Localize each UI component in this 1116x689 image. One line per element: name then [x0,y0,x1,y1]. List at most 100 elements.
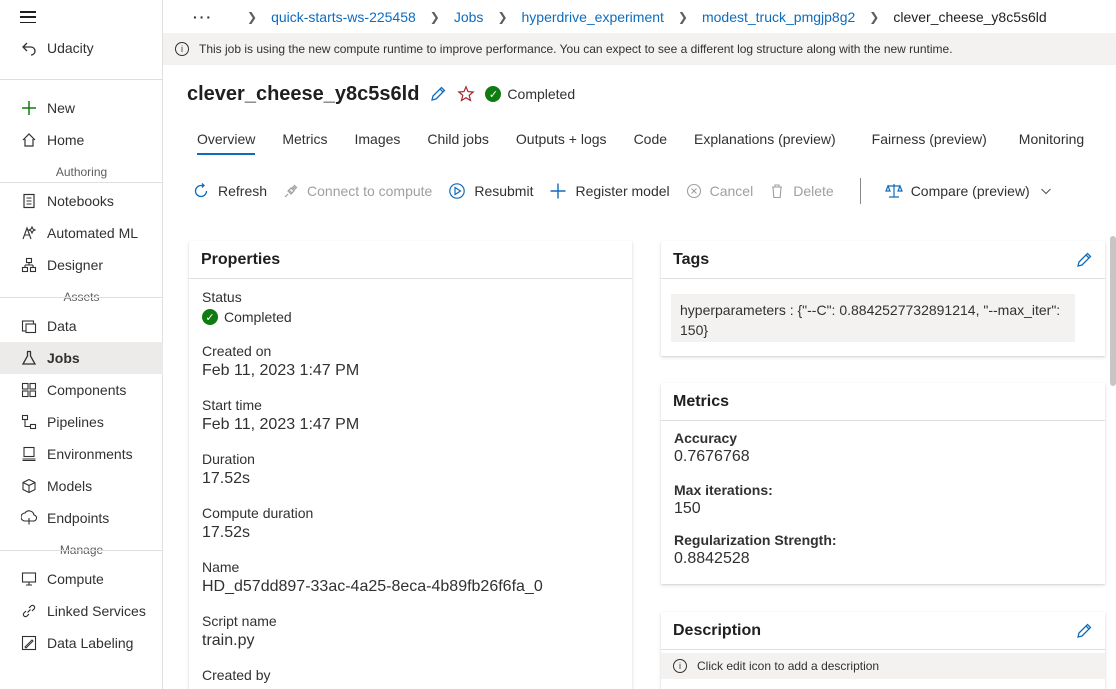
toolbar-divider [859,178,861,204]
property-label: Start time [202,397,262,413]
breadcrumb-current: clever_cheese_y8c5s6ld [893,8,1047,25]
notebook-icon [20,192,38,210]
tab-images[interactable]: Images [344,123,410,155]
tab-overview[interactable]: Overview [187,123,265,155]
section-authoring: Authoring [55,165,108,179]
tab-fairness[interactable]: Fairness (preview) [862,123,997,155]
designer-icon [20,256,38,274]
connect-compute-label: Connect to compute [307,183,433,199]
scale-icon [884,182,903,200]
sidebar-divider [0,182,163,183]
sidebar-item-compute[interactable]: Compute [0,563,163,595]
breadcrumb-parent-job[interactable]: modest_truck_pmgjp8g2 [702,9,855,25]
metric-value: 150 [674,500,701,517]
breadcrumb-jobs[interactable]: Jobs [454,9,484,25]
sidebar-item-label: New [47,100,76,116]
star-icon[interactable] [457,85,476,103]
register-model-button[interactable]: Register model [549,182,670,200]
sidebar-item-linked-services[interactable]: Linked Services [0,595,163,627]
delete-button[interactable]: Delete [769,183,834,199]
description-note-text: Click edit icon to add a description [697,659,880,673]
sidebar-item-label: Environments [47,446,133,462]
tags-header: Tags [661,241,1105,279]
sidebar-item-label: Components [47,382,127,398]
resubmit-button[interactable]: Resubmit [448,182,533,200]
status-badge: Completed [224,309,292,325]
property-label: Name [202,559,240,575]
sidebar-workspace-label: Udacity [47,40,94,56]
sidebar-item-jobs[interactable]: Jobs [0,342,163,374]
property-compute-duration: Compute duration 17.52s [189,488,632,542]
tab-outputs-logs[interactable]: Outputs + logs [506,123,617,155]
plus-icon [20,99,38,117]
tab-monitoring[interactable]: Monitoring [1009,123,1094,155]
edit-pencil-icon[interactable] [1075,622,1093,640]
plug-icon [283,183,299,199]
link-icon [20,602,38,620]
breadcrumb-experiment[interactable]: hyperdrive_experiment [522,9,664,25]
sidebar-item-automated-ml[interactable]: Automated ML [0,217,163,249]
property-value: 17.52s [202,524,251,541]
sidebar-item-label: Models [47,478,93,494]
metric-label: Regularization Strength: [674,532,837,548]
sidebar-item-data[interactable]: Data [0,310,163,342]
sidebar-item-models[interactable]: Models [0,470,163,502]
tab-explanations[interactable]: Explanations (preview) [684,123,846,155]
metric-regularization: Regularization Strength: 0.8842528 [661,518,1105,568]
sidebar-item-pipelines[interactable]: Pipelines [0,406,163,438]
sidebar-item-components[interactable]: Components [0,374,163,406]
sidebar-item-label: Data Labeling [47,635,134,651]
sidebar-item-label: Home [47,132,85,148]
sidebar-workspace[interactable]: Udacity [0,32,163,64]
description-note: i Click edit icon to add a description [661,653,1105,679]
tags-card: Tags hyperparameters : {"--C": 0.8842527… [661,241,1105,356]
sidebar-item-endpoints[interactable]: Endpoints [0,502,163,534]
command-bar: Refresh Connect to compute Resubmit Regi… [192,176,1068,206]
sidebar-item-notebooks[interactable]: Notebooks [0,185,163,217]
metrics-card: Metrics Accuracy 0.7676768 Max iteration… [661,383,1105,584]
compare-button[interactable]: Compare (preview) [884,182,1052,200]
cancel-button[interactable]: Cancel [686,183,753,199]
vertical-scrollbar[interactable] [1110,236,1116,386]
hamburger-menu-icon[interactable] [20,8,38,26]
connect-compute-button[interactable]: Connect to compute [283,183,432,199]
metric-accuracy: Accuracy 0.7676768 [661,421,1105,466]
property-value: HD_d57dd897-33ac-4a25-8eca-4b89fb26f6fa_… [202,578,543,595]
resubmit-label: Resubmit [474,183,534,199]
property-name: Name HD_d57dd897-33ac-4a25-8eca-4b89fb26… [189,542,632,596]
sidebar-item-new[interactable]: New [0,92,163,124]
metric-label: Max iterations: [674,482,773,498]
environment-icon [20,445,38,463]
sidebar-item-data-labeling[interactable]: Data Labeling [0,627,163,659]
job-header: clever_cheese_y8c5s6ld ✓ Completed [187,80,575,108]
pipeline-icon [20,413,38,431]
tab-child-jobs[interactable]: Child jobs [417,123,498,155]
breadcrumb: ··· ❯ quick-starts-ws-225458 ❯ Jobs ❯ hy… [163,0,1116,33]
description-header: Description [661,612,1105,650]
tab-metrics[interactable]: Metrics [272,123,337,155]
sidebar-item-home[interactable]: Home [0,124,163,156]
sidebar-divider [0,550,163,551]
edit-pencil-icon[interactable] [1075,251,1093,269]
sidebar-item-designer[interactable]: Designer [0,249,163,281]
property-value: ✓ Completed [202,309,619,325]
property-script-name: Script name train.py [189,596,632,650]
breadcrumb-overflow[interactable]: ··· [193,9,213,25]
info-icon: i [673,659,687,673]
properties-header: Properties [189,241,632,279]
breadcrumb-workspace[interactable]: quick-starts-ws-225458 [271,9,416,25]
chevron-down-icon [1040,185,1052,197]
card-title: Properties [201,250,281,268]
tab-code[interactable]: Code [624,123,677,155]
sidebar-item-environments[interactable]: Environments [0,438,163,470]
metrics-header: Metrics [661,383,1105,421]
properties-card: Properties Status ✓ Completed Created on… [189,241,632,689]
endpoint-icon [20,509,38,527]
sidebar-divider [0,297,163,298]
home-icon [20,131,38,149]
metric-value: 0.8842528 [674,550,750,567]
back-arrow-icon [20,39,38,57]
edit-pencil-icon[interactable] [429,85,447,103]
refresh-button[interactable]: Refresh [192,182,267,200]
metric-value: 0.7676768 [674,448,750,465]
